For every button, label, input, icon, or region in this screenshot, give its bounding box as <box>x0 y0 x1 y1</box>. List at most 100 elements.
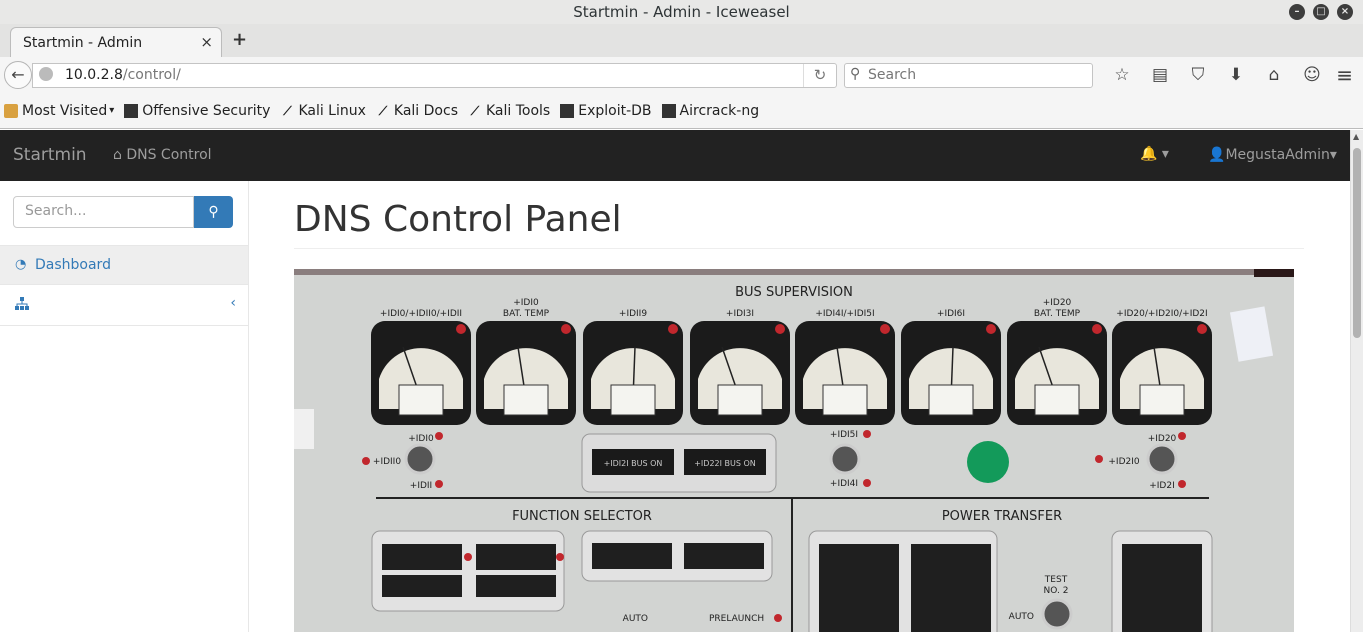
bookmark-label: Kali Docs <box>393 102 458 119</box>
bookmark-offensive-security[interactable]: Offensive Security <box>124 103 270 119</box>
gauge-sublabel: BAT. TEMP <box>503 309 550 319</box>
gauge-8: +ID20/+ID2I0/+ID2I <box>1112 309 1212 425</box>
dashboard-icon: ◔ <box>15 257 27 272</box>
bookmarks-bar: Most Visited ▾ Offensive Security ⟋ Kali L… <box>0 93 1363 129</box>
sidebar-item-dashboard[interactable]: ◔ Dashboard <box>0 245 248 285</box>
page-title: DNS Control Panel <box>294 199 622 240</box>
title-divider <box>294 248 1304 249</box>
chevron-down-icon: ▾ <box>109 105 115 116</box>
url-host: 10.0.2.8 <box>65 67 123 83</box>
kali-icon: ⟋ <box>283 103 292 118</box>
gauge-label: +ID20 <box>1043 298 1072 308</box>
label-power-transfer: POWER TRANSFER <box>942 509 1062 524</box>
bookmark-label: Kali Tools <box>486 102 551 119</box>
bookmark-aircrack-ng[interactable]: Aircrack-ng <box>661 102 760 119</box>
folder-icon <box>4 103 18 118</box>
url-path: /control/ <box>122 67 181 83</box>
site-identity-icon[interactable] <box>39 67 53 81</box>
scroll-up-icon[interactable]: ▲ <box>1353 132 1359 141</box>
new-tab-icon[interactable]: + <box>232 29 247 50</box>
bookmark-label: Kali Linux <box>298 102 366 119</box>
label-idi10: +IDI0 <box>408 434 434 444</box>
sidebar: Search... ⚲ ◔ Dashboard ‹ <box>0 181 249 632</box>
bookmark-label: Aircrack-ng <box>679 102 760 119</box>
brand-link[interactable]: Startmin <box>13 145 87 165</box>
label-idi151: +IDI5I <box>830 430 858 440</box>
gauge-label: +IDI4I/+IDI5I <box>815 309 874 319</box>
url-bar[interactable]: 10.0.2.8/control/ ↻ <box>32 63 837 88</box>
aircrack-icon <box>661 103 676 118</box>
downloads-icon[interactable]: ⬇ <box>1217 65 1255 85</box>
chat-icon[interactable]: ☺ <box>1293 65 1331 85</box>
bookmarks-library-icon[interactable]: ▤ <box>1141 65 1179 85</box>
main-content: DNS Control Panel BUS SUPERVISION +IDI0/… <box>249 181 1350 632</box>
gauge-sublabel: BAT. TEMP <box>1034 309 1081 319</box>
bookmark-label: Exploit-DB <box>578 102 652 119</box>
label-function-selector: FUNCTION SELECTOR <box>512 509 652 524</box>
caret-down-icon: ▾ <box>1329 147 1337 163</box>
alerts-dropdown[interactable]: 🔔 ▾ <box>1140 146 1169 162</box>
gauge-4: +IDI3I <box>690 309 790 425</box>
user-name: MegustaAdmin <box>1225 147 1330 163</box>
sidebar-search-button[interactable]: ⚲ <box>194 196 233 228</box>
tab-title: Startmin - Admin <box>23 35 143 51</box>
back-button[interactable]: ← <box>4 61 32 89</box>
tab-close-icon[interactable]: × <box>200 33 213 51</box>
home-icon[interactable]: ⌂ <box>1255 65 1293 85</box>
label-auto: AUTO <box>623 614 648 624</box>
label-idi210: +ID2I0 <box>1108 457 1140 467</box>
sidebar-search-input[interactable]: Search... <box>13 196 194 228</box>
gauge-label: +IDI6I <box>937 309 965 319</box>
kali-icon: ⟋ <box>470 103 480 118</box>
offsec-icon <box>124 103 139 118</box>
navigation-toolbar: ← 10.0.2.8/control/ ↻ ⚲ Search ☆ ▤ ⛉ ⬇ ⌂… <box>0 57 1363 93</box>
nav-dns-control[interactable]: ⌂ DNS Control <box>113 147 212 163</box>
reload-icon[interactable]: ↻ <box>803 64 836 87</box>
page-scrollbar[interactable]: ▲ <box>1350 130 1363 632</box>
nav-dns-control-label: DNS Control <box>126 147 212 163</box>
bookmark-kali-linux[interactable]: ⟋ Kali Linux <box>280 102 366 119</box>
pocket-icon[interactable]: ⛉ <box>1179 65 1217 85</box>
label-idi11: +IDII <box>410 481 432 491</box>
caret-down-icon: ▾ <box>1161 146 1169 162</box>
hamburger-menu-icon[interactable]: ≡ <box>1336 65 1353 85</box>
gauge-label: +IDI0 <box>513 298 539 308</box>
search-icon: ⚲ <box>850 66 861 82</box>
label-bus-supervision: BUS SUPERVISION <box>735 285 853 300</box>
search-bar[interactable]: ⚲ Search <box>844 63 1093 88</box>
scrollbar-thumb[interactable] <box>1353 148 1361 338</box>
browser-tab[interactable]: Startmin - Admin × <box>10 27 222 58</box>
label-no2: NO. 2 <box>1044 586 1069 596</box>
page-viewport: Startmin ⌂ DNS Control 🔔 ▾ 👤MegustaAdmin… <box>0 130 1350 632</box>
bookmark-exploit-db[interactable]: Exploit-DB <box>560 102 652 119</box>
user-dropdown[interactable]: 👤MegustaAdmin▾ <box>1208 147 1337 163</box>
search-icon: ⚲ <box>208 204 219 220</box>
label-idi21: +ID2I <box>1149 481 1175 491</box>
close-window-icon[interactable]: × <box>1337 4 1353 20</box>
label-prelaunch: PRELAUNCH <box>709 614 764 624</box>
maximize-icon[interactable]: □ <box>1313 4 1329 20</box>
gauge-label: +IDII9 <box>619 309 647 319</box>
user-icon: 👤 <box>1208 147 1226 163</box>
gauge-label: +ID20/+ID2I0/+ID2I <box>1116 309 1207 319</box>
app-navbar: Startmin ⌂ DNS Control 🔔 ▾ 👤MegustaAdmin… <box>0 130 1350 181</box>
control-panel-image: BUS SUPERVISION +IDI0/+IDII0/+IDII +IDI0 B… <box>294 269 1294 632</box>
minimize-icon[interactable]: – <box>1289 4 1305 20</box>
sidebar-item-sitemap[interactable]: ‹ <box>0 286 248 326</box>
label-idi141: +IDI4I <box>830 479 858 489</box>
label-test: TEST <box>1044 575 1068 585</box>
bookmark-star-icon[interactable]: ☆ <box>1103 65 1141 85</box>
bookmark-most-visited[interactable]: Most Visited ▾ <box>4 103 114 119</box>
chevron-left-icon[interactable]: ‹ <box>230 295 236 311</box>
window-titlebar: Startmin - Admin - Iceweasel – □ × <box>0 0 1363 24</box>
label-idi20: +ID20 <box>1148 434 1177 444</box>
window-title: Startmin - Admin - Iceweasel <box>573 3 790 21</box>
bell-icon: 🔔 <box>1140 146 1158 162</box>
kali-icon: ⟋ <box>378 103 388 118</box>
gauge-label: +IDI3I <box>726 309 754 319</box>
url-text[interactable]: 10.0.2.8/control/ <box>65 67 181 83</box>
bookmark-kali-docs[interactable]: ⟋ Kali Docs <box>376 103 458 119</box>
exploitdb-icon <box>560 103 575 118</box>
bookmark-kali-tools[interactable]: ⟋ Kali Tools <box>468 103 550 119</box>
sidebar-item-label: Dashboard <box>35 257 111 273</box>
